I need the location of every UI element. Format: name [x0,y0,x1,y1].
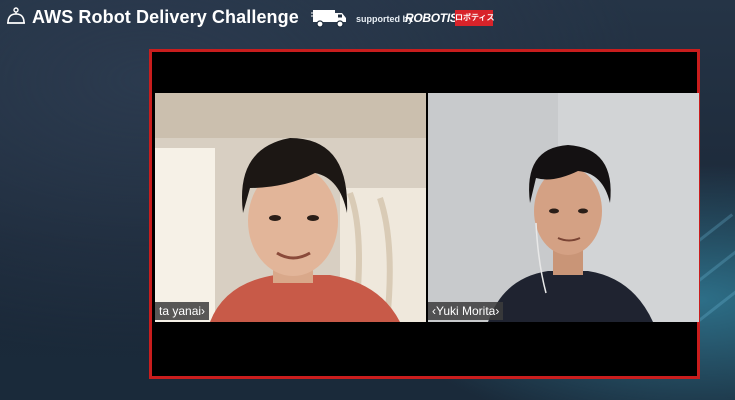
participant-name-label: ‹Yuki Morita› [428,302,504,320]
header-bar: AWS Robot Delivery Challenge supported b… [0,0,735,38]
participant-video-tile: ‹Yuki Morita› [428,93,699,322]
video-call-frame: ta yanai› ‹Yuki Morita› [149,49,700,379]
page-title: AWS Robot Delivery Challenge [32,7,299,27]
sponsor-logo: ROBOTIS [405,11,458,25]
participant-video [155,93,426,322]
delivery-truck-icon [311,10,346,28]
robot-dome-icon [7,7,25,24]
participant-video [428,93,699,322]
participant-name-label: ta yanai› [155,302,210,320]
sponsor-badge: ロボティス [455,10,495,26]
participant-video-tile: ta yanai› [155,93,426,322]
